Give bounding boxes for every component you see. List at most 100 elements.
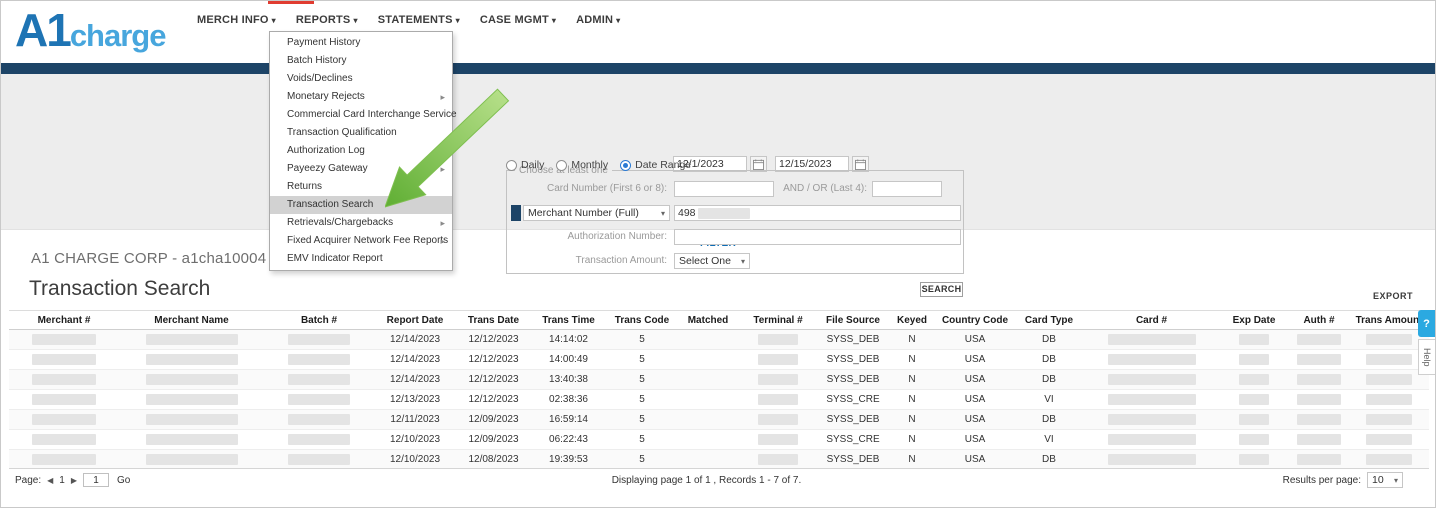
page-input[interactable] (83, 473, 110, 487)
nav-item-admin[interactable]: ADMIN ▾ (576, 14, 620, 26)
search-button[interactable]: SEARCH (920, 282, 963, 297)
trans-amount-value: Select One (679, 255, 731, 267)
chevron-down-icon: ▾ (353, 16, 358, 25)
table-cell (1289, 369, 1349, 390)
column-header-exp-date[interactable]: Exp Date (1219, 310, 1289, 330)
menu-item-label: Returns (287, 181, 323, 192)
menu-item-commercial-card-interchange-service[interactable]: Commercial Card Interchange Service (270, 106, 457, 124)
radio-button-icon (556, 159, 568, 171)
column-header-trans-amount[interactable]: Trans Amount (1349, 310, 1429, 330)
column-header-file-source[interactable]: File Source (818, 310, 888, 330)
trans-amount-select[interactable]: Select One ▾ (674, 253, 750, 269)
radio-date-range[interactable]: Date Range (620, 159, 691, 171)
menu-item-voids-declines[interactable]: Voids/Declines (270, 70, 452, 88)
menu-item-batch-history[interactable]: Batch History (270, 52, 452, 70)
merchant-number-input[interactable]: 498 (674, 205, 961, 221)
column-header-terminal[interactable]: Terminal # (738, 310, 818, 330)
column-header-merchant[interactable]: Merchant # (9, 310, 119, 330)
go-button[interactable]: Go (117, 475, 130, 486)
menu-item-emv-indicator-report[interactable]: EMV Indicator Report (270, 250, 452, 268)
radio-monthly[interactable]: Monthly (556, 159, 608, 171)
menu-item-payment-history[interactable]: Payment History (270, 34, 452, 52)
table-cell: USA (936, 329, 1014, 350)
menu-item-fixed-acquirer-network-fee-reports[interactable]: Fixed Acquirer Network Fee Reports ▸ (270, 232, 452, 250)
table-cell (678, 369, 738, 390)
nav-item-statements[interactable]: STATEMENTS ▾ (378, 14, 460, 26)
nav-item-reports[interactable]: REPORTS ▾ (296, 14, 358, 26)
column-header-card-type[interactable]: Card Type (1014, 310, 1084, 330)
table-cell: 12/14/2023 (374, 329, 456, 350)
column-header-keyed[interactable]: Keyed (888, 310, 936, 330)
table-cell (9, 369, 119, 390)
page: A1charge MERCH INFO ▾ REPORTS ▾ STATEMENTS ▾ C… (0, 0, 1436, 508)
table-cell: 12/14/2023 (374, 349, 456, 370)
table-cell (1219, 449, 1289, 470)
column-header-card[interactable]: Card # (1084, 310, 1219, 330)
export-link[interactable]: EXPORT (1373, 291, 1413, 301)
table-cell: 12/12/2023 (456, 369, 531, 390)
table-cell: 12/10/2023 (374, 449, 456, 470)
table-cell (738, 429, 818, 450)
nav-item-merch-info[interactable]: MERCH INFO ▾ (197, 14, 276, 26)
table-row[interactable]: 12/10/2023 12/09/2023 06:22:43 5 SYSS_CRE N US… (9, 429, 1429, 450)
table-cell (738, 389, 818, 410)
menu-item-transaction-qualification[interactable]: Transaction Qualification (270, 124, 452, 142)
merchant-select-accent (511, 205, 521, 221)
table-cell: DB (1014, 449, 1084, 470)
column-header-auth[interactable]: Auth # (1289, 310, 1349, 330)
menu-item-payeezy-gateway[interactable]: Payeezy Gateway ▸ (270, 160, 452, 178)
column-header-country-code[interactable]: Country Code (936, 310, 1014, 330)
menu-item-transaction-search[interactable]: Transaction Search (270, 196, 452, 214)
help-icon-tab[interactable]: ? (1418, 310, 1435, 337)
prev-page-button[interactable]: ◀ (47, 476, 53, 485)
merchant-number-select[interactable]: Merchant Number (Full) ▾ (523, 205, 670, 221)
table-cell: N (888, 369, 936, 390)
results-per-page-label: Results per page: (1282, 474, 1361, 486)
column-header-matched[interactable]: Matched (678, 310, 738, 330)
table-cell: USA (936, 429, 1014, 450)
menu-item-retrievals-chargebacks[interactable]: Retrievals/Chargebacks ▸ (270, 214, 452, 232)
table-cell: SYSS_CRE (818, 429, 888, 450)
column-header-trans-date[interactable]: Trans Date (456, 310, 531, 330)
redacted-cell (758, 433, 798, 445)
auth-number-input[interactable] (674, 229, 961, 245)
table-row[interactable]: 12/14/2023 12/12/2023 14:00:49 5 SYSS_DEB N US… (9, 349, 1429, 370)
redacted-cell (758, 353, 798, 365)
table-cell: 14:14:02 (531, 329, 606, 350)
column-header-merchant-name[interactable]: Merchant Name (119, 310, 264, 330)
redacted-cell (145, 373, 238, 385)
table-cell (1084, 369, 1219, 390)
top-header: A1charge MERCH INFO ▾ REPORTS ▾ STATEMENTS ▾ C… (1, 1, 1435, 63)
menu-item-monetary-rejects[interactable]: Monetary Rejects ▸ (270, 88, 452, 106)
nav-item-case-mgmt[interactable]: CASE MGMT ▾ (480, 14, 556, 26)
table-cell (678, 409, 738, 430)
menu-item-authorization-log[interactable]: Authorization Log ▸ (270, 142, 452, 160)
column-header-batch[interactable]: Batch # (264, 310, 374, 330)
table-cell (738, 369, 818, 390)
results-per-page-select[interactable]: 10 ▾ (1367, 472, 1403, 488)
radio-daily[interactable]: Daily (506, 159, 544, 171)
app-logo[interactable]: A1charge (15, 3, 166, 57)
table-row[interactable]: 12/10/2023 12/08/2023 19:39:53 5 SYSS_DEB N US… (9, 449, 1429, 470)
help-label-tab[interactable]: Help (1418, 339, 1435, 375)
column-header-trans-code[interactable]: Trans Code (606, 310, 678, 330)
redacted-cell (288, 333, 350, 345)
page-label: Page: (15, 474, 42, 486)
column-header-trans-time[interactable]: Trans Time (531, 310, 606, 330)
next-page-button[interactable]: ▶ (71, 476, 77, 485)
table-cell: 06:22:43 (531, 429, 606, 450)
table-row[interactable]: 12/14/2023 12/12/2023 13:40:38 5 SYSS_DEB N US… (9, 369, 1429, 390)
table-cell (1084, 389, 1219, 410)
last4-input[interactable] (872, 181, 942, 197)
column-header-report-date[interactable]: Report Date (374, 310, 456, 330)
navy-divider-bar (1, 63, 1435, 74)
menu-item-returns[interactable]: Returns (270, 178, 452, 196)
table-cell: 5 (606, 409, 678, 430)
table-row[interactable]: 12/13/2023 12/12/2023 02:38:36 5 SYSS_CRE N US… (9, 389, 1429, 410)
table-cell: DB (1014, 369, 1084, 390)
nav-item-label: STATEMENTS (377, 14, 453, 26)
card-number-input[interactable] (674, 181, 774, 197)
table-row[interactable]: 12/14/2023 12/12/2023 14:14:02 5 SYSS_DEB N US… (9, 329, 1429, 350)
redacted-cell (1107, 413, 1196, 425)
table-row[interactable]: 12/11/2023 12/09/2023 16:59:14 5 SYSS_DEB N US… (9, 409, 1429, 430)
